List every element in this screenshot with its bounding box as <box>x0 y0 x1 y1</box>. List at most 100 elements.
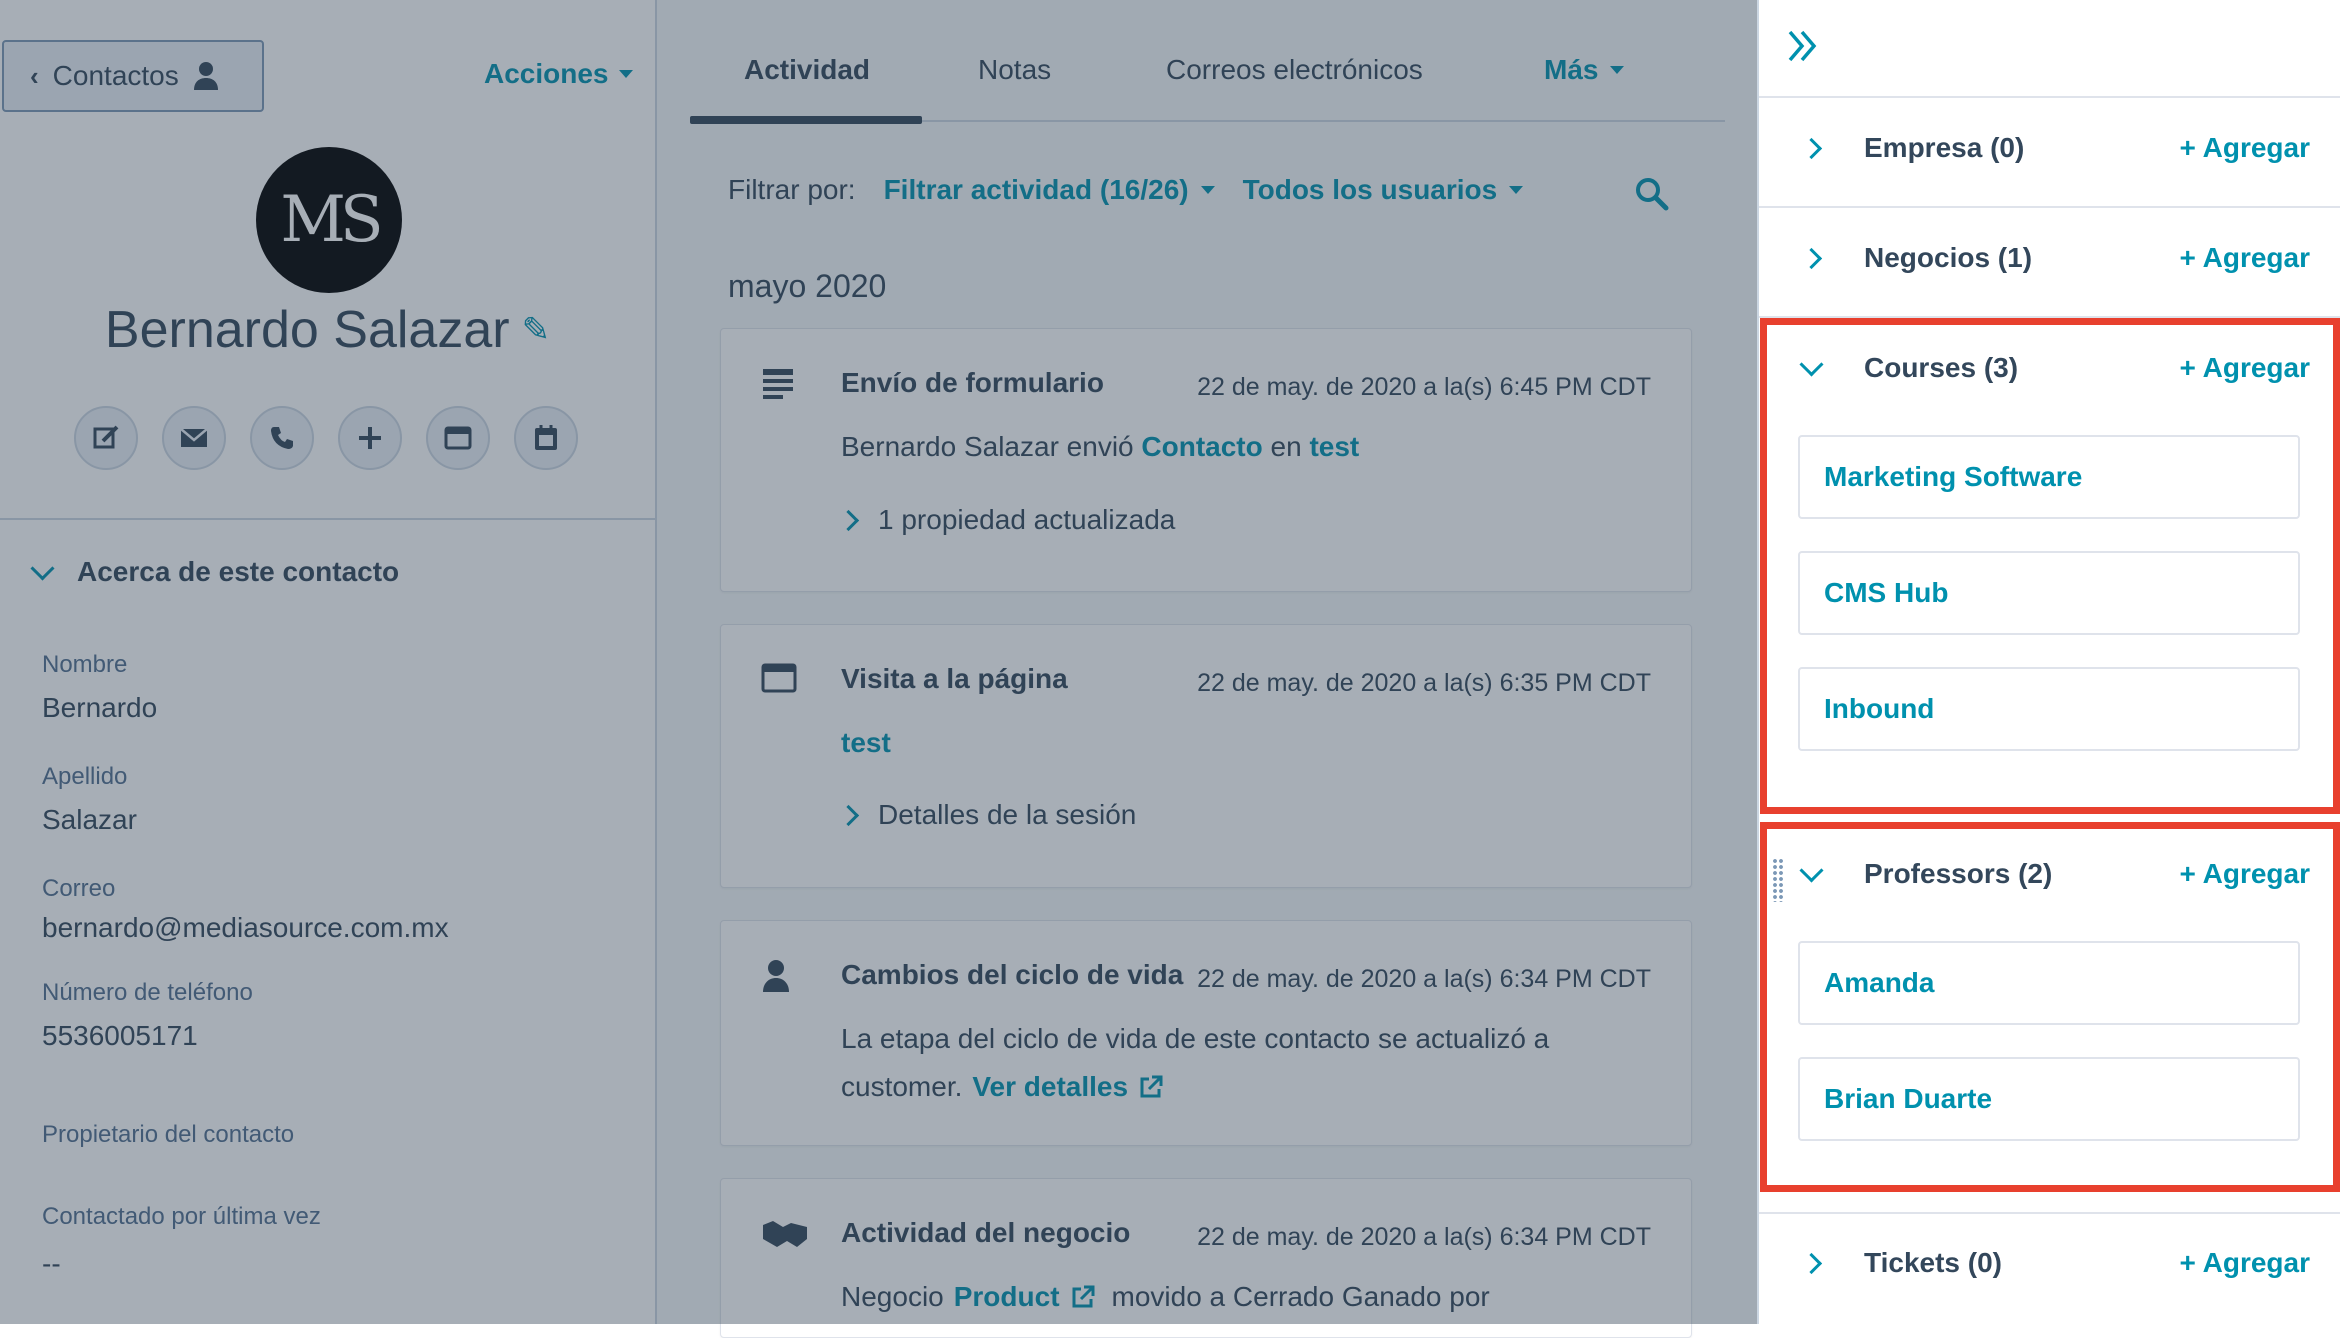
page-link[interactable]: test <box>841 719 891 767</box>
property-value-last-contacted[interactable]: -- <box>42 1248 61 1280</box>
test-page-link[interactable]: test <box>1309 431 1359 462</box>
add-deal-link[interactable]: + Agregar <box>2180 242 2310 274</box>
filter-activity-dropdown[interactable]: Filtrar actividad (16/26) <box>884 174 1215 206</box>
tab-notes[interactable]: Notas <box>978 54 1051 86</box>
collapse-sidebar-icon[interactable] <box>1784 28 1820 64</box>
card-text: Bernardo Salazar envió <box>841 431 1134 462</box>
email-button[interactable] <box>162 406 226 470</box>
section-title: Tickets (0) <box>1864 1247 2002 1278</box>
section-header-deals[interactable]: Negocios (1) + Agregar <box>1790 242 2310 274</box>
section-title: Professors (2) <box>1864 858 2053 889</box>
property-label-phone: Número de teléfono <box>42 979 253 1006</box>
meeting-icon <box>444 426 472 450</box>
edit-pencil-icon[interactable]: ✎ <box>522 310 551 350</box>
person-icon <box>193 62 218 90</box>
divider <box>1759 206 2340 208</box>
avatar[interactable]: MS <box>256 147 402 293</box>
card-body: Negocio Product movido a Cerrado Ganado … <box>841 1273 1490 1321</box>
section-header-tickets[interactable]: Tickets (0) + Agregar <box>1790 1247 2310 1279</box>
filter-activity-label: Filtrar actividad (16/26) <box>883 174 1189 205</box>
section-title: Empresa (0) <box>1864 132 2025 163</box>
active-tab-indicator <box>690 116 922 124</box>
caret-down-icon <box>618 70 633 78</box>
professor-card[interactable]: Amanda <box>1798 941 2300 1025</box>
activity-card-deal-activity: Actividad del negocio 22 de may. de 2020… <box>720 1178 1692 1338</box>
section-header-company[interactable]: Empresa (0) + Agregar <box>1790 132 2310 164</box>
divider <box>1759 96 2340 98</box>
person-icon <box>763 960 789 992</box>
chevron-right-icon <box>1800 247 1822 269</box>
schedule-icon <box>535 425 557 450</box>
contact-action-buttons <box>74 406 578 470</box>
add-course-link[interactable]: + Agregar <box>2180 352 2310 384</box>
about-contact-title: Acerca de este contacto <box>77 556 400 587</box>
about-contact-section-header[interactable]: Acerca de este contacto <box>30 555 400 588</box>
card-title[interactable]: Visita a la página <box>841 663 1068 695</box>
course-card[interactable]: Marketing Software <box>1798 435 2300 519</box>
filter-users-label: Todos los usuarios <box>1242 174 1498 205</box>
contact-form-link[interactable]: Contacto <box>1141 431 1262 462</box>
chevron-right-icon <box>1800 1252 1822 1274</box>
session-details-expander[interactable]: Detalles de la sesión <box>837 799 1136 831</box>
card-timestamp: 22 de may. de 2020 a la(s) 6:34 PM CDT <box>1197 1223 1651 1251</box>
drag-handle-icon[interactable] <box>1772 858 1784 902</box>
actions-label: Acciones <box>484 58 609 89</box>
caret-down-icon <box>1200 186 1215 194</box>
divider <box>1759 1212 2340 1214</box>
card-title[interactable]: Envío de formulario <box>841 367 1104 399</box>
card-text: La etapa del ciclo de vida de este conta… <box>841 1023 1550 1054</box>
browser-window-icon <box>761 663 797 693</box>
month-heading: mayo 2020 <box>728 268 887 304</box>
add-company-link[interactable]: + Agregar <box>2180 132 2310 164</box>
tab-activity[interactable]: Actividad <box>744 54 870 86</box>
updated-properties-expander[interactable]: 1 propiedad actualizada <box>837 504 1175 536</box>
card-text: customer. <box>841 1071 963 1102</box>
add-professor-link[interactable]: + Agregar <box>2180 858 2310 890</box>
section-title: Negocios (1) <box>1864 242 2033 273</box>
chevron-down-icon <box>1798 351 1824 377</box>
schedule-button[interactable] <box>514 406 578 470</box>
note-button[interactable] <box>74 406 138 470</box>
property-value-last-name[interactable]: Salazar <box>42 804 137 836</box>
section-header-professors[interactable]: Professors (2) + Agregar <box>1790 857 2310 890</box>
section-title: Courses (3) <box>1864 352 2019 383</box>
add-ticket-link[interactable]: + Agregar <box>2180 1247 2310 1279</box>
add-button[interactable] <box>338 406 402 470</box>
call-button[interactable] <box>250 406 314 470</box>
add-icon <box>359 427 381 449</box>
external-link-icon[interactable] <box>1138 1074 1164 1100</box>
tab-more[interactable]: Más <box>1544 54 1625 86</box>
chevron-right-icon <box>837 509 860 531</box>
course-card[interactable]: CMS Hub <box>1798 551 2300 635</box>
contact-name: Bernardo Salazar <box>104 301 510 359</box>
view-details-link[interactable]: Ver detalles <box>972 1063 1128 1111</box>
professor-card[interactable]: Brian Duarte <box>1798 1057 2300 1141</box>
property-value-first-name[interactable]: Bernardo <box>42 692 157 724</box>
card-timestamp: 22 de may. de 2020 a la(s) 6:34 PM CDT <box>1197 965 1651 993</box>
chevron-right-icon <box>1800 137 1822 159</box>
tab-emails[interactable]: Correos electrónicos <box>1166 54 1423 86</box>
card-text: Negocio <box>841 1281 944 1312</box>
actions-dropdown[interactable]: Acciones <box>484 58 633 90</box>
property-value-phone[interactable]: 5536005171 <box>42 1020 198 1052</box>
property-label-last-contacted: Contactado por última vez <box>42 1203 321 1230</box>
card-title[interactable]: Actividad del negocio <box>841 1217 1130 1249</box>
card-text: movido a Cerrado Ganado por <box>1111 1281 1490 1312</box>
external-link-icon[interactable] <box>1070 1284 1096 1310</box>
back-to-contacts-button[interactable]: ‹ Contactos <box>2 40 264 112</box>
property-value-email[interactable]: bernardo@mediasource.com.mx <box>42 912 449 944</box>
card-title[interactable]: Cambios del ciclo de vida <box>841 959 1183 991</box>
note-icon <box>93 425 119 449</box>
course-card[interactable]: Inbound <box>1798 667 2300 751</box>
section-header-courses[interactable]: Courses (3) + Agregar <box>1790 351 2310 384</box>
caret-down-icon <box>1610 66 1625 74</box>
deal-link[interactable]: Product <box>954 1273 1060 1321</box>
search-icon[interactable] <box>1634 176 1670 212</box>
activity-card-lifecycle-change: Cambios del ciclo de vida 22 de may. de … <box>720 920 1692 1146</box>
filter-users-dropdown[interactable]: Todos los usuarios <box>1243 174 1524 206</box>
handshake-icon <box>763 1221 807 1247</box>
divider <box>0 518 655 520</box>
meeting-button[interactable] <box>426 406 490 470</box>
card-timestamp: 22 de may. de 2020 a la(s) 6:45 PM CDT <box>1197 373 1651 401</box>
chevron-left-icon: ‹ <box>30 60 39 91</box>
